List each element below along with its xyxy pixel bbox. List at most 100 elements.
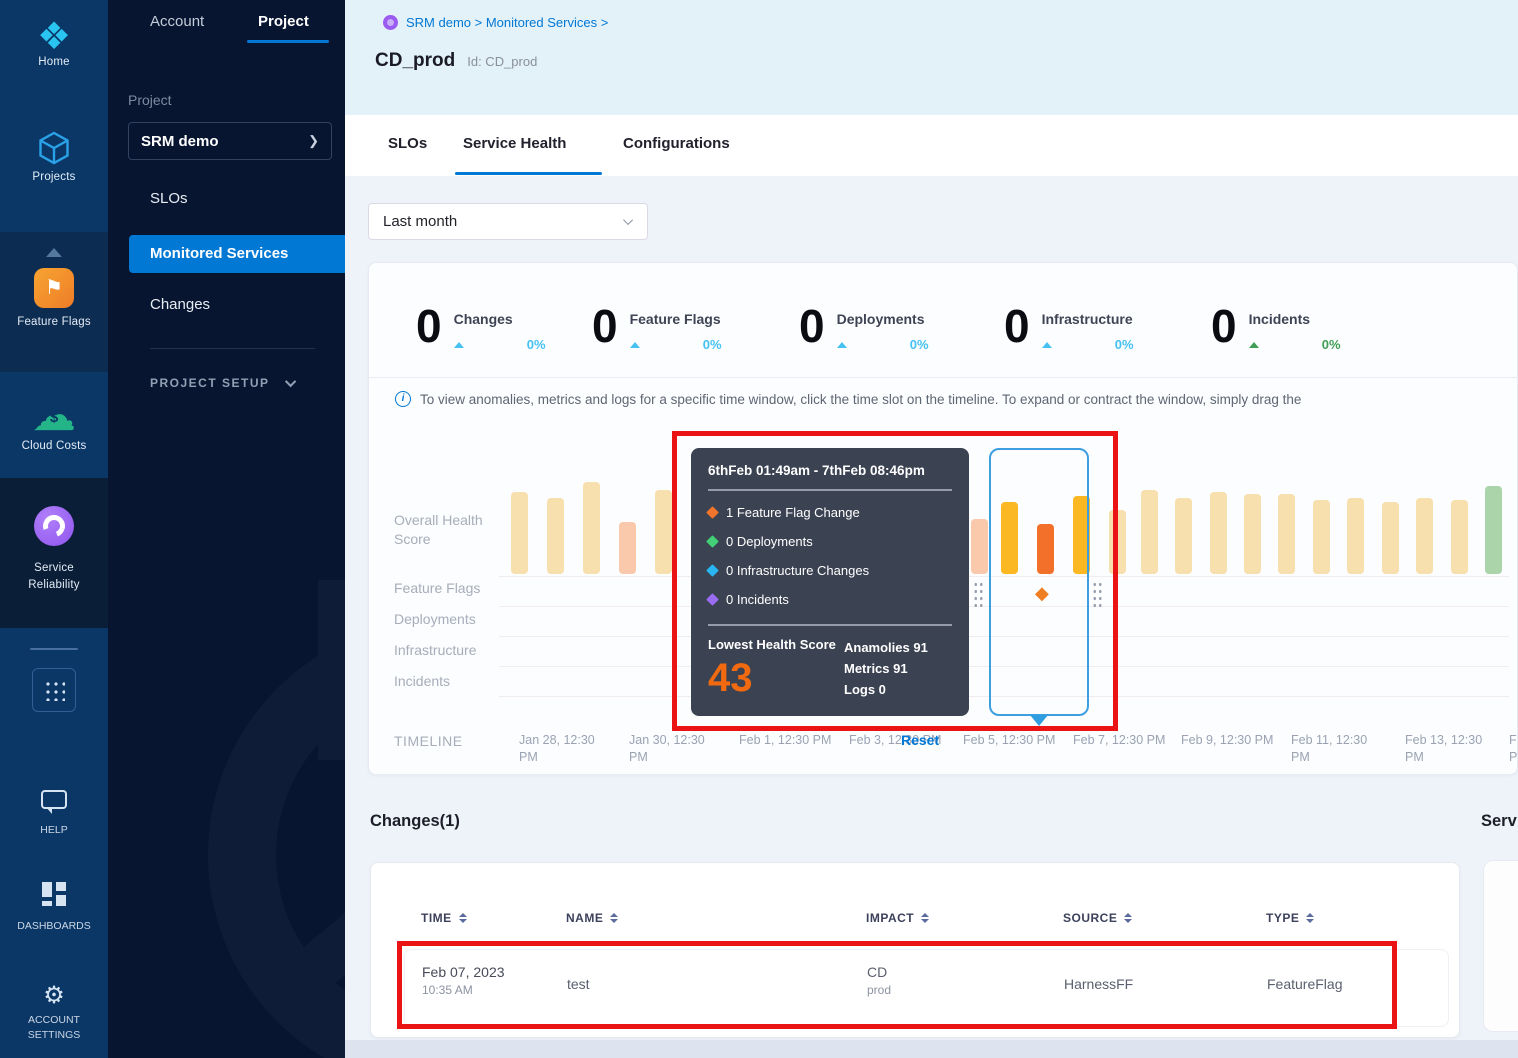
stat-detail: Changes0% (454, 305, 546, 352)
rail-item-label: HELP (0, 823, 108, 838)
chevron-down-icon (623, 215, 633, 225)
rail-item-label: Service Reliability (0, 560, 108, 594)
timeline-tick: Feb 11, 12:30PM (1291, 732, 1387, 766)
column-header-label: TIME (421, 911, 452, 925)
health-bar[interactable] (1347, 498, 1364, 574)
rail-item-feature-flags[interactable]: ⚑ Feature Flags (0, 268, 108, 328)
timeline-tick: Jan 30, 12:30PM (629, 732, 725, 766)
sort-icon[interactable] (921, 913, 929, 923)
health-bar[interactable] (619, 522, 636, 574)
rail-item-projects[interactable]: Projects (0, 130, 108, 183)
column-header-time[interactable]: TIME (421, 911, 467, 925)
tab-slos[interactable]: SLOs (388, 135, 427, 152)
rail-item-account-settings[interactable]: ⚙ ACCOUNT SETTINGS (0, 984, 108, 1043)
sidebar-tab-project[interactable]: Project (258, 13, 309, 30)
reset-link[interactable]: Reset (901, 732, 939, 748)
stat-trend: 0% (630, 337, 722, 352)
tooltip-change-item: 0 Infrastructure Changes (708, 563, 952, 578)
sidebar-item-monitored-services[interactable]: Monitored Services (129, 235, 345, 273)
column-header-source[interactable]: SOURCE (1063, 911, 1132, 925)
health-bar[interactable] (1416, 498, 1433, 574)
stat-incidents: 0Incidents0% (1211, 305, 1341, 352)
window-drag-handle-left[interactable] (973, 581, 984, 609)
rail-item-dashboards[interactable]: DASHBOARDS (0, 882, 108, 934)
module-grid-button[interactable] (32, 668, 76, 712)
time-range-value: Last month (383, 213, 457, 230)
rail-item-label: Home (0, 56, 108, 68)
sort-icon[interactable] (1124, 913, 1132, 923)
health-bar[interactable] (1109, 510, 1126, 574)
time-range-select[interactable]: Last month (368, 203, 648, 240)
health-bar[interactable] (1313, 500, 1330, 574)
project-sidebar: Account Project Project SRM demo ❯ SLOs … (108, 0, 345, 1058)
tab-service-health[interactable]: Service Health (463, 135, 566, 152)
scroll-up-icon (46, 248, 62, 257)
tooltip-time-range: 6thFeb 01:49am - 7thFeb 08:46pm (708, 463, 952, 478)
health-bar[interactable] (1451, 500, 1468, 574)
rail-item-home[interactable]: ❖ Home (0, 18, 108, 68)
project-select[interactable]: SRM demo ❯ (128, 122, 332, 160)
rail-item-service-reliability[interactable]: Service Reliability (0, 506, 108, 594)
active-tab-underline (455, 172, 602, 175)
window-drag-handle-right[interactable] (1092, 581, 1103, 609)
sidebar-divider (150, 348, 315, 349)
sidebar-item-changes[interactable]: Changes (150, 296, 210, 313)
health-bar[interactable] (971, 519, 988, 574)
time-window-selection[interactable] (989, 448, 1089, 716)
column-header-label: IMPACT (866, 911, 914, 925)
column-header-type[interactable]: TYPE (1266, 911, 1314, 925)
stat-detail: Infrastructure0% (1042, 305, 1134, 352)
stat-value: 0 (799, 305, 825, 352)
health-bar[interactable] (655, 490, 672, 574)
breadcrumb[interactable]: SRM demo > Monitored Services > (383, 15, 608, 30)
rail-item-help[interactable]: HELP (0, 790, 108, 838)
stat-detail: Deployments0% (837, 305, 929, 352)
tooltip-change-item: 0 Deployments (708, 534, 952, 549)
info-icon: i (395, 391, 411, 407)
stat-percent: 0% (1115, 337, 1134, 352)
timeline-tick: FP (1509, 732, 1518, 766)
stat-label: Deployments (837, 311, 929, 327)
rail-item-label: DASHBOARDS (0, 919, 108, 934)
row-label-feature-flags: Feature Flags (394, 579, 509, 598)
stat-deployments: 0 Deployments0% (799, 305, 929, 352)
rail-item-cloud-costs[interactable]: ☁$ Cloud Costs (0, 396, 108, 452)
stat-value: 0 (416, 305, 442, 352)
column-header-name[interactable]: NAME (566, 911, 618, 925)
sort-icon[interactable] (610, 913, 618, 923)
health-bar[interactable] (1382, 502, 1399, 574)
service-dependency-card-partial (1483, 860, 1518, 1032)
project-setup-toggle[interactable]: PROJECT SETUP (150, 376, 296, 390)
column-header-label: TYPE (1266, 911, 1299, 925)
sidebar-item-slos[interactable]: SLOs (150, 190, 188, 207)
health-bar[interactable] (583, 482, 600, 574)
lowest-health-score-value: 43 (708, 656, 836, 701)
table-row[interactable]: Feb 07, 2023 10:35 AM test CD prod Harne… (404, 949, 1449, 1027)
health-bar[interactable] (1278, 494, 1295, 574)
stat-trend: 0% (1249, 337, 1341, 352)
cell-source: HarnessFF (1064, 976, 1133, 992)
stat-label: Feature Flags (630, 311, 722, 327)
health-bar[interactable] (1210, 492, 1227, 574)
trend-up-icon (1042, 342, 1052, 348)
column-header-impact[interactable]: IMPACT (866, 911, 929, 925)
health-bar[interactable] (1244, 494, 1261, 574)
health-bar[interactable] (1141, 490, 1158, 574)
sidebar-tab-account[interactable]: Account (150, 13, 204, 30)
timeline-tick: Feb 7, 12:30 PM (1073, 732, 1169, 749)
info-note-text: To view anomalies, metrics and logs for … (420, 392, 1301, 407)
projects-cube-icon (36, 130, 72, 166)
sort-icon[interactable] (459, 913, 467, 923)
info-note: i To view anomalies, metrics and logs fo… (395, 391, 1510, 407)
row-label-deployments: Deployments (394, 610, 509, 629)
sort-icon[interactable] (1306, 913, 1314, 923)
health-bar[interactable] (511, 492, 528, 574)
health-bar[interactable] (1175, 498, 1192, 574)
project-select-value: SRM demo (141, 133, 219, 150)
rail-scroll-up[interactable] (0, 244, 108, 262)
health-bar[interactable] (1485, 486, 1502, 574)
health-bar[interactable] (547, 498, 564, 574)
timeline-tick: Feb 13, 12:30PM (1405, 732, 1501, 766)
tab-configurations[interactable]: Configurations (623, 135, 730, 152)
trend-up-icon (630, 342, 640, 348)
